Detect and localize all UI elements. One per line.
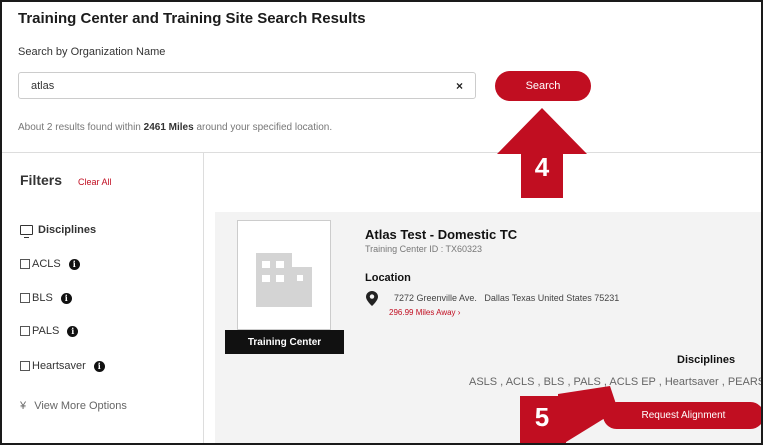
search-input[interactable]: atlas × [18, 72, 476, 99]
search-label: Search by Organization Name [18, 46, 166, 58]
results-suffix: around your specified location. [196, 122, 333, 133]
org-name[interactable]: Atlas Test - Domestic TC [365, 227, 517, 242]
disciplines-label: Disciplines [677, 354, 736, 366]
filter-acls[interactable]: ACLS i [20, 258, 80, 270]
view-more-options-link[interactable]: ¥ View More Options [20, 400, 127, 412]
building-icon [256, 253, 312, 307]
pals-checkbox[interactable] [20, 326, 30, 336]
results-prefix: About 2 results found within [18, 122, 141, 133]
chevron-double-down-icon: ¥ [20, 400, 27, 412]
step-5-label: 5 [534, 401, 550, 432]
results-miles: 2461 Miles [143, 122, 194, 133]
filter-label: PALS [32, 325, 60, 337]
bls-checkbox[interactable] [20, 293, 30, 303]
request-alignment-button[interactable]: Request Alignment [603, 402, 761, 429]
more-options-label: View More Options [34, 400, 127, 412]
filter-label: BLS [32, 292, 53, 304]
location-pin-icon [366, 291, 378, 306]
info-icon[interactable]: i [67, 325, 79, 337]
distance-link[interactable]: 296.99 Miles Away › [389, 308, 460, 317]
clear-all-link[interactable]: Clear All [78, 177, 112, 187]
filter-heartsaver[interactable]: Heartsaver i [20, 360, 105, 372]
info-icon[interactable]: i [93, 360, 105, 372]
step-4-label: 4 [534, 151, 550, 182]
sidebar-divider [203, 152, 204, 443]
address: 7272 Greenville Ave. Dallas Texas United… [394, 293, 620, 303]
info-icon[interactable]: i [60, 292, 72, 304]
org-id: Training Center ID : TX60323 [365, 244, 483, 254]
monitor-icon [20, 225, 33, 238]
filter-label: Heartsaver [32, 360, 86, 372]
page-title: Training Center and Training Site Search… [18, 10, 366, 27]
filter-pals[interactable]: PALS i [20, 325, 79, 337]
training-center-badge: Training Center [225, 330, 344, 354]
divider [2, 152, 761, 153]
info-icon[interactable]: i [68, 258, 80, 270]
filter-bls[interactable]: BLS i [20, 292, 72, 304]
disciplines-filter-group[interactable]: Disciplines [20, 224, 97, 238]
page-frame: Training Center and Training Site Search… [0, 0, 763, 445]
filter-label: ACLS [32, 258, 61, 270]
heartsaver-checkbox[interactable] [20, 361, 30, 371]
results-summary: About 2 results found within 2461 Miles … [18, 122, 332, 133]
search-input-value: atlas [31, 79, 55, 92]
acls-checkbox[interactable] [20, 259, 30, 269]
disciplines-group-label: Disciplines [38, 224, 97, 236]
location-label: Location [365, 272, 411, 284]
clear-search-icon[interactable]: × [456, 79, 463, 93]
filters-title: Filters [20, 172, 63, 188]
search-button[interactable]: Search [495, 71, 591, 101]
